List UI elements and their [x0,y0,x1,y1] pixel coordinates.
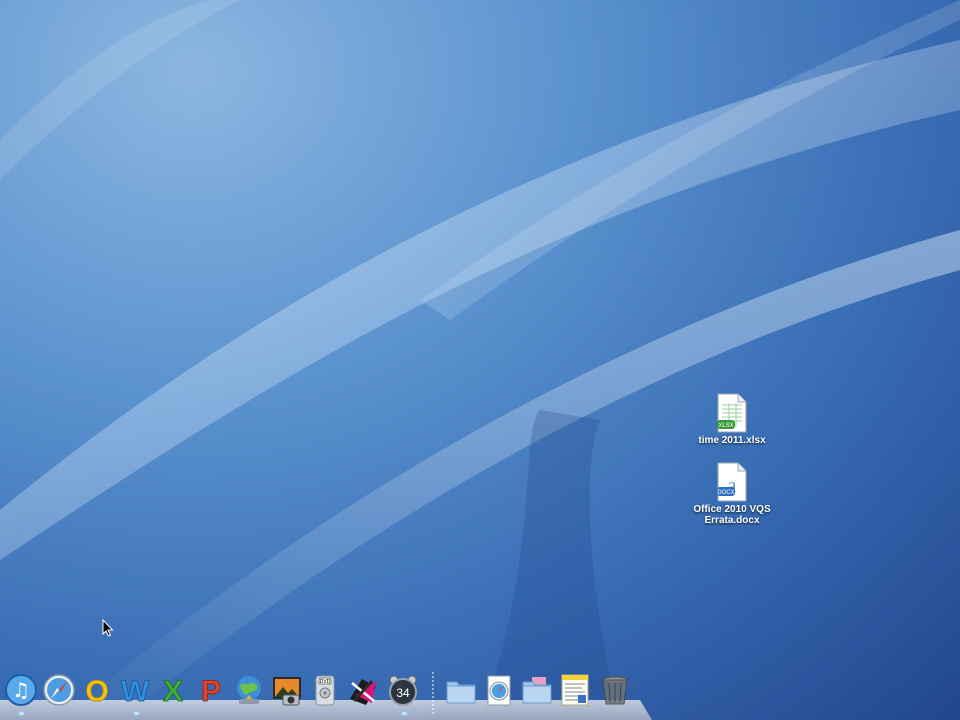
clock-running-indicator [402,712,407,715]
outlook-icon[interactable]: O [79,672,115,708]
applications-folder-icon[interactable] [443,672,479,708]
docx-file-label: Office 2010 VQS Errata.docx [693,504,771,526]
svg-text:W: W [121,675,150,707]
photo-booth-icon[interactable] [269,672,305,708]
itunes-running-indicator [19,712,24,715]
word-running-indicator [134,712,139,715]
downloads-stack-icon[interactable] [481,672,517,708]
desktop-icon-xlsx[interactable]: XLSX time 2011.xlsx [687,393,777,446]
app-pink-icon[interactable] [345,672,381,708]
svg-text:O: O [85,675,108,707]
dock: ♫ O W X P DVD 34 [0,668,652,720]
itunes-icon[interactable]: ♫ [3,672,39,708]
desktop-wallpaper [0,0,960,720]
documents-folder-icon[interactable] [519,672,555,708]
network-globe-icon[interactable] [231,672,267,708]
dock-separator [432,672,434,716]
alarm-clock-icon[interactable]: 34 [385,672,421,708]
desktop-icon-docx[interactable]: a DOCX Office 2010 VQS Errata.docx [687,462,777,526]
trash-icon[interactable] [597,672,633,708]
excel-icon[interactable]: X [155,672,191,708]
svg-text:DVD: DVD [320,679,331,685]
mouse-cursor-icon [102,619,114,637]
powerpoint-icon[interactable]: P [193,672,229,708]
word-icon[interactable]: W [117,672,153,708]
preview-stack-icon[interactable] [557,672,593,708]
svg-text:34: 34 [396,686,410,700]
xlsx-file-label: time 2011.xlsx [698,435,766,446]
docx-badge: DOCX [717,490,734,496]
spreadsheet-file-icon: XLSX [717,393,747,433]
safari-icon[interactable] [41,672,77,708]
svg-text:P: P [201,675,221,707]
word-document-file-icon: a DOCX [717,462,747,502]
dvd-player-icon[interactable]: DVD [307,672,343,708]
svg-text:♫: ♫ [12,678,30,702]
xlsx-badge: XLSX [718,423,733,429]
svg-text:X: X [163,675,183,707]
